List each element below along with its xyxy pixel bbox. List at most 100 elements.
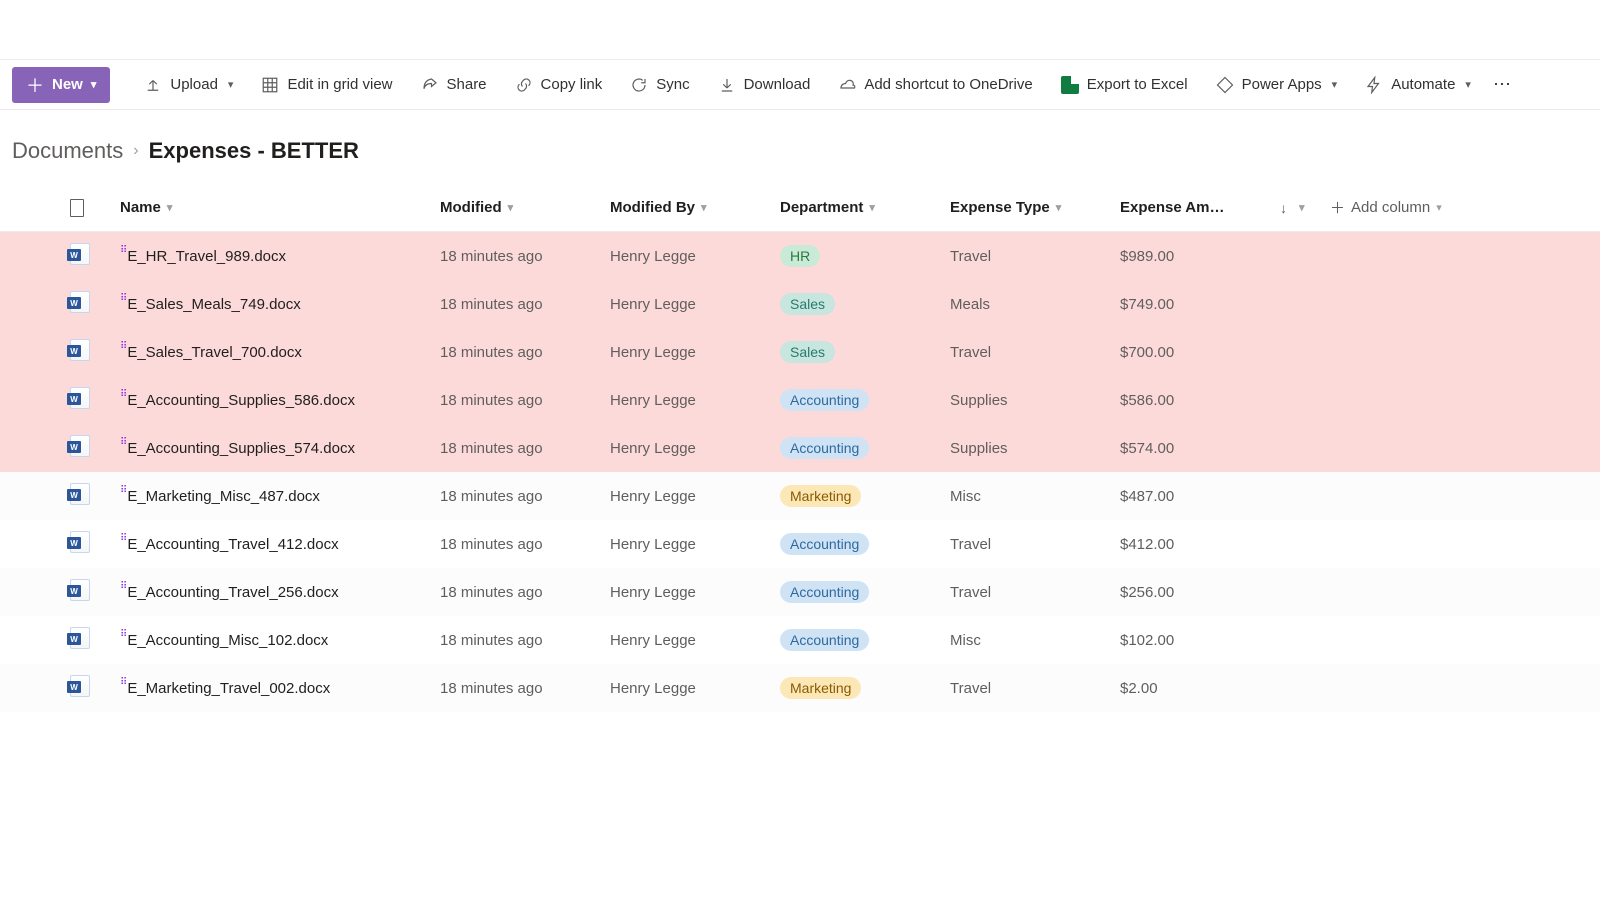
- sync-icon: [630, 76, 648, 94]
- breadcrumb: Documents › Expenses - BETTER: [0, 110, 1600, 184]
- table-row[interactable]: ⠿E_Marketing_Travel_002.docx18 minutes a…: [0, 664, 1600, 712]
- department-pill: Accounting: [780, 389, 869, 411]
- col-modified[interactable]: Modified▾: [440, 199, 610, 216]
- file-name[interactable]: ⠿E_Accounting_Supplies_586.docx: [120, 391, 440, 409]
- automate-label: Automate: [1391, 76, 1455, 93]
- file-name[interactable]: ⠿E_Accounting_Supplies_574.docx: [120, 439, 440, 457]
- department-pill: Sales: [780, 341, 835, 363]
- new-button[interactable]: ＋ New ▾: [12, 67, 110, 103]
- chevron-down-icon: ▾: [1299, 201, 1305, 214]
- chevron-down-icon: ▾: [701, 201, 707, 214]
- word-doc-icon: [70, 579, 90, 601]
- download-label: Download: [744, 76, 811, 93]
- cell-expense-type: Meals: [950, 296, 1120, 313]
- export-excel-button[interactable]: Export to Excel: [1049, 65, 1200, 105]
- copy-link-button[interactable]: Copy link: [503, 65, 615, 105]
- more-commands-button[interactable]: ⋯: [1487, 65, 1519, 105]
- sync-button[interactable]: Sync: [618, 65, 701, 105]
- power-apps-button[interactable]: Power Apps ▾: [1204, 65, 1350, 105]
- powerapps-icon: [1216, 76, 1234, 94]
- table-row[interactable]: ⠿E_Accounting_Supplies_586.docx18 minute…: [0, 376, 1600, 424]
- column-header-row: Name▾ Modified▾ Modified By▾ Department▾…: [0, 184, 1600, 232]
- word-doc-icon: [70, 435, 90, 457]
- file-name[interactable]: ⠿E_Accounting_Misc_102.docx: [120, 631, 440, 649]
- download-button[interactable]: Download: [706, 65, 823, 105]
- cell-modified-by: Henry Legge: [610, 488, 780, 505]
- cell-expense-amount: $487.00: [1120, 488, 1280, 505]
- col-expense-amount[interactable]: Expense Am…: [1120, 199, 1280, 216]
- file-name[interactable]: ⠿E_Accounting_Travel_412.docx: [120, 535, 440, 553]
- cell-modified: 18 minutes ago: [440, 488, 610, 505]
- file-name[interactable]: ⠿E_Marketing_Misc_487.docx: [120, 487, 440, 505]
- col-modified-by[interactable]: Modified By▾: [610, 199, 780, 216]
- table-row[interactable]: ⠿E_Sales_Meals_749.docx18 minutes agoHen…: [0, 280, 1600, 328]
- department-pill: HR: [780, 245, 820, 267]
- table-row[interactable]: ⠿E_Accounting_Travel_412.docx18 minutes …: [0, 520, 1600, 568]
- power-apps-label: Power Apps: [1242, 76, 1322, 93]
- table-row[interactable]: ⠿E_Accounting_Travel_256.docx18 minutes …: [0, 568, 1600, 616]
- table-row[interactable]: ⠿E_Marketing_Misc_487.docx18 minutes ago…: [0, 472, 1600, 520]
- file-name[interactable]: ⠿E_Accounting_Travel_256.docx: [120, 583, 440, 601]
- department-pill: Marketing: [780, 677, 861, 699]
- cell-expense-type: Travel: [950, 536, 1120, 553]
- cell-expense-amount: $700.00: [1120, 344, 1280, 361]
- edit-grid-label: Edit in grid view: [287, 76, 392, 93]
- upload-button[interactable]: Upload ▾: [132, 65, 245, 105]
- cell-department: Accounting: [780, 533, 950, 555]
- chevron-down-icon: ▾: [167, 201, 173, 214]
- command-bar: ＋ New ▾ Upload ▾ Edit in grid view Share…: [0, 60, 1600, 110]
- department-pill: Accounting: [780, 629, 869, 651]
- department-pill: Accounting: [780, 581, 869, 603]
- cell-expense-amount: $102.00: [1120, 632, 1280, 649]
- file-name[interactable]: ⠿E_Marketing_Travel_002.docx: [120, 679, 440, 697]
- file-name[interactable]: ⠿E_Sales_Travel_700.docx: [120, 343, 440, 361]
- chevron-down-icon: ▾: [1332, 78, 1338, 91]
- more-icon: ⋯: [1493, 74, 1513, 95]
- cell-department: Marketing: [780, 485, 950, 507]
- cell-expense-type: Travel: [950, 584, 1120, 601]
- cell-expense-amount: $412.00: [1120, 536, 1280, 553]
- cell-modified-by: Henry Legge: [610, 344, 780, 361]
- file-name[interactable]: ⠿E_Sales_Meals_749.docx: [120, 295, 440, 313]
- table-row[interactable]: ⠿E_HR_Travel_989.docx18 minutes agoHenry…: [0, 232, 1600, 280]
- table-row[interactable]: ⠿E_Sales_Travel_700.docx18 minutes agoHe…: [0, 328, 1600, 376]
- cell-expense-type: Misc: [950, 488, 1120, 505]
- cell-department: Accounting: [780, 629, 950, 651]
- col-department[interactable]: Department▾: [780, 199, 950, 216]
- share-button[interactable]: Share: [409, 65, 499, 105]
- cell-expense-amount: $586.00: [1120, 392, 1280, 409]
- cell-modified-by: Henry Legge: [610, 632, 780, 649]
- grid-icon: [261, 76, 279, 94]
- word-doc-icon: [70, 627, 90, 649]
- download-icon: [718, 76, 736, 94]
- chevron-right-icon: ›: [133, 142, 138, 160]
- edit-grid-button[interactable]: Edit in grid view: [249, 65, 404, 105]
- cell-modified-by: Henry Legge: [610, 296, 780, 313]
- cell-expense-amount: $256.00: [1120, 584, 1280, 601]
- department-pill: Marketing: [780, 485, 861, 507]
- word-doc-icon: [70, 339, 90, 361]
- arrow-down-icon: ↓: [1280, 200, 1287, 216]
- sync-label: Sync: [656, 76, 689, 93]
- cell-modified-by: Henry Legge: [610, 392, 780, 409]
- automate-button[interactable]: Automate ▾: [1353, 65, 1483, 105]
- col-name[interactable]: Name▾: [120, 199, 440, 216]
- add-column-button[interactable]: ＋Add column▾: [1330, 197, 1510, 218]
- word-doc-icon: [70, 675, 90, 697]
- add-shortcut-button[interactable]: Add shortcut to OneDrive: [826, 65, 1044, 105]
- word-doc-icon: [70, 243, 90, 265]
- add-shortcut-label: Add shortcut to OneDrive: [864, 76, 1032, 93]
- table-row[interactable]: ⠿E_Accounting_Misc_102.docx18 minutes ag…: [0, 616, 1600, 664]
- cell-department: Sales: [780, 341, 950, 363]
- file-name[interactable]: ⠿E_HR_Travel_989.docx: [120, 247, 440, 265]
- cell-modified-by: Henry Legge: [610, 248, 780, 265]
- breadcrumb-root[interactable]: Documents: [12, 138, 123, 164]
- col-sort-indicator[interactable]: ↓▾: [1280, 200, 1330, 216]
- cell-modified: 18 minutes ago: [440, 584, 610, 601]
- new-button-label: New: [52, 76, 83, 93]
- col-expense-type[interactable]: Expense Type▾: [950, 199, 1120, 216]
- upload-label: Upload: [170, 76, 218, 93]
- suite-header: [0, 0, 1600, 60]
- table-row[interactable]: ⠿E_Accounting_Supplies_574.docx18 minute…: [0, 424, 1600, 472]
- upload-icon: [144, 76, 162, 94]
